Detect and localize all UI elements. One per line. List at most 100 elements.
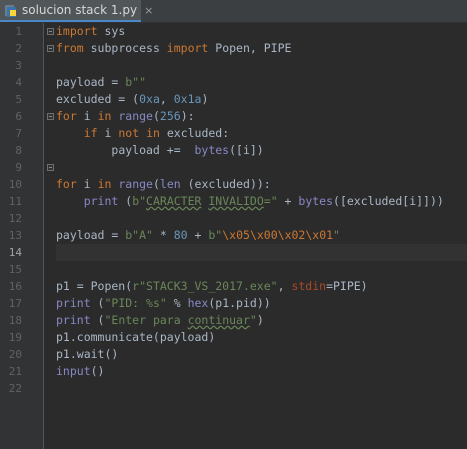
code-text: p1.communicate(payload) [56, 330, 216, 344]
fold-marker-icon[interactable] [47, 28, 54, 35]
code-text: ( [152, 177, 160, 191]
code-line[interactable] [56, 57, 467, 74]
number-literal: 80 [173, 228, 188, 242]
code-editor[interactable]: 1 2 3 4 5 6 7 8 9 10 11 12 13 14 15 16 1… [9, 23, 467, 449]
code-text: subprocess [83, 41, 167, 55]
code-line[interactable]: p1 = Popen(r"STACK3_VS_2017.exe", stdin=… [56, 278, 467, 295]
builtin: print [56, 296, 91, 310]
fold-marker-icon[interactable] [47, 164, 54, 171]
builtin: range [118, 177, 153, 191]
line-number: 2 [15, 42, 22, 55]
builtin: input [56, 364, 91, 378]
code-line[interactable]: payload = b"A" * 80 + b"\x05\x00\x02\x01… [56, 227, 467, 244]
escape-sequence: \x05 [222, 228, 250, 242]
tab-label: solucion stack 1.py [22, 3, 138, 17]
code-text: i [97, 126, 119, 140]
code-text: , [277, 279, 292, 293]
line-number: 10 [8, 178, 22, 191]
builtin: bytes [194, 143, 230, 157]
code-line[interactable] [56, 159, 467, 176]
code-line[interactable]: payload += bytes([i]) [56, 142, 467, 159]
line-number: 22 [8, 382, 22, 395]
line-number: 21 [8, 365, 22, 378]
code-text: payload = [56, 228, 126, 242]
code-text: sys [97, 24, 126, 38]
code-text: Popen, PIPE [208, 41, 292, 55]
code-line[interactable]: excluded = (0xa, 0x1a) [56, 91, 467, 108]
string-literal: INVALIDO [208, 194, 264, 208]
code-lines[interactable]: import sys from subprocess import Popen,… [56, 23, 467, 397]
keyword: import [56, 24, 98, 38]
code-text: * [152, 228, 174, 242]
keyword-argument: stdin [291, 279, 327, 293]
line-number: 4 [15, 76, 22, 89]
code-line[interactable] [56, 210, 467, 227]
code-line[interactable]: for i in range(256): [56, 108, 467, 125]
string-literal: =" [263, 194, 278, 208]
string-literal: r"STACK3_VS_2017.exe" [132, 279, 278, 293]
string-literal: " [249, 313, 257, 327]
string-literal: b"" [125, 75, 147, 89]
line-number: 11 [8, 195, 22, 208]
code-line[interactable]: for i in range(len (excluded)): [56, 176, 467, 193]
line-number: 19 [8, 331, 22, 344]
code-text: (p1.pid)) [208, 296, 271, 310]
line-number: 6 [15, 110, 22, 123]
code-text: + [277, 194, 299, 208]
code-line[interactable]: if i not in excluded: [56, 125, 467, 142]
keyword: in [146, 126, 160, 140]
code-text: % [166, 296, 188, 310]
code-text: i [76, 177, 98, 191]
code-line[interactable] [56, 261, 467, 278]
tab-solucion-stack[interactable]: solucion stack 1.py × [0, 0, 153, 22]
code-line[interactable]: print (b"CARACTER INVALIDO=" + bytes([ex… [56, 193, 467, 210]
keyword: if [83, 126, 98, 140]
number-literal: 0x1a [173, 92, 202, 106]
python-file-icon [4, 3, 18, 17]
line-number: 12 [8, 212, 22, 225]
keyword: not [118, 126, 140, 140]
code-line-active[interactable] [56, 244, 467, 261]
code-line[interactable]: p1.wait() [56, 346, 467, 363]
string-literal: "PID: %s" [104, 296, 167, 310]
code-line[interactable] [56, 380, 467, 397]
code-line[interactable]: print ("Enter para continuar") [56, 312, 467, 329]
line-numbers: 1 2 3 4 5 6 7 8 9 10 11 12 13 14 15 16 1… [0, 23, 36, 397]
line-number: 16 [8, 280, 22, 293]
escape-sequence: \x01 [305, 228, 334, 242]
line-number: 13 [8, 229, 22, 242]
code-text: =PIPE) [326, 279, 368, 293]
code-text: excluded: [159, 126, 230, 140]
code-line[interactable]: payload = b"" [56, 74, 467, 91]
builtin: bytes [298, 194, 334, 208]
line-number: 18 [8, 314, 22, 327]
code-line[interactable]: from subprocess import Popen, PIPE [56, 40, 467, 57]
code-text: ) [201, 92, 209, 106]
code-text: p1 = Popen( [56, 279, 133, 293]
keyword: in [97, 109, 112, 123]
fold-marker-icon[interactable] [47, 45, 54, 52]
line-number: 15 [8, 263, 22, 276]
close-icon[interactable]: × [144, 4, 153, 17]
code-text: ( [90, 313, 105, 327]
builtin: print [56, 313, 91, 327]
code-text: i [76, 109, 98, 123]
fold-marker-icon[interactable] [47, 113, 54, 120]
code-text: , [159, 92, 174, 106]
keyword: for [56, 109, 77, 123]
code-line[interactable]: print ("PID: %s" % hex(p1.pid)) [56, 295, 467, 312]
code-line[interactable]: input() [56, 363, 467, 380]
string-literal: b"A" [125, 228, 153, 242]
line-number: 5 [15, 93, 22, 106]
code-text: ): [180, 109, 195, 123]
escape-sequence: \x00 [249, 228, 278, 242]
string-literal: " [333, 228, 340, 242]
line-number: 20 [8, 348, 22, 361]
code-text: () [90, 364, 105, 378]
code-line[interactable]: import sys [56, 23, 467, 40]
code-text: payload = [56, 75, 126, 89]
string-literal: continuar [187, 313, 250, 327]
code-line[interactable]: p1.communicate(payload) [56, 329, 467, 346]
